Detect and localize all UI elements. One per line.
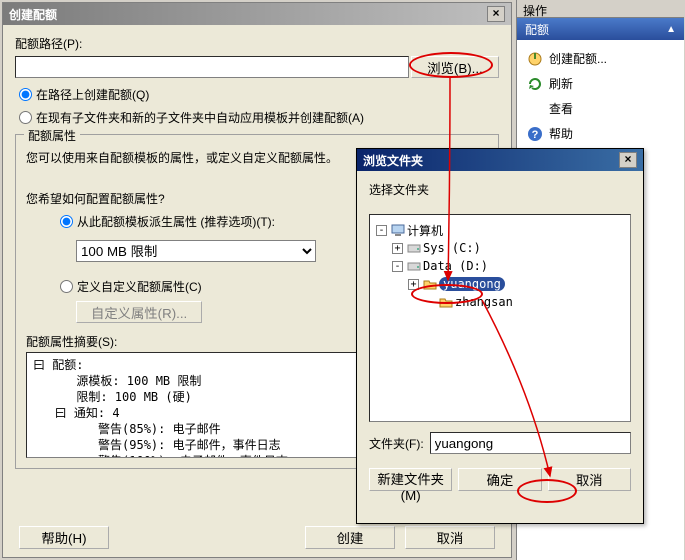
tree-node-yuangong[interactable]: yuangong [439, 277, 505, 291]
titlebar: 创建配额 × [3, 3, 511, 25]
groupbox-title: 配额属性 [24, 127, 80, 144]
radio-auto-apply-label: 在现有子文件夹和新的子文件夹中自动应用模板并创建配额(A) [36, 109, 364, 126]
tree-expander[interactable]: + [392, 243, 403, 254]
template-select[interactable]: 100 MB 限制 [76, 240, 316, 262]
new-folder-button[interactable]: 新建文件夹(M) [369, 468, 452, 491]
sidebar-item-view[interactable]: 查看 [521, 96, 680, 121]
folder-field-label: 文件夹(F): [369, 435, 424, 452]
quota-icon [527, 51, 543, 67]
help-icon: ? [527, 126, 543, 142]
computer-icon [391, 224, 405, 236]
folder-icon [439, 296, 453, 308]
actions-subheader-label: 配额 [525, 21, 549, 38]
radio-create-on-path[interactable] [19, 88, 32, 101]
sidebar-item-create-quota[interactable]: 创建配额... [521, 46, 680, 71]
ok-button[interactable]: 确定 [458, 468, 541, 491]
folder-name-input[interactable] [430, 432, 631, 454]
tree-node-drive-c[interactable]: Sys (C:) [423, 241, 481, 255]
custom-properties-button[interactable]: 自定义属性(R)... [76, 301, 202, 323]
browse-title: 浏览文件夹 [363, 152, 423, 169]
help-button[interactable]: 帮助(H) [19, 526, 109, 549]
browse-titlebar: 浏览文件夹 × [357, 149, 643, 171]
sidebar-item-label: 创建配额... [549, 50, 607, 67]
radio-from-template[interactable] [60, 215, 73, 228]
svg-text:?: ? [532, 129, 539, 141]
select-folder-label: 选择文件夹 [369, 181, 631, 198]
sidebar-item-refresh[interactable]: 刷新 [521, 71, 680, 96]
blank-icon [527, 101, 543, 117]
browse-button[interactable]: 浏览(B)... [411, 56, 499, 78]
actions-header: 操作 [517, 0, 684, 18]
folder-icon [423, 278, 437, 290]
folder-tree[interactable]: - 计算机 + Sys (C:) - Data (D:) + yuangong [369, 214, 631, 422]
tree-expander[interactable]: - [392, 261, 403, 272]
radio-custom-label: 定义自定义配额属性(C) [77, 278, 202, 295]
tree-expander[interactable]: + [408, 279, 419, 290]
tree-node-drive-d[interactable]: Data (D:) [423, 259, 488, 273]
sidebar-item-label: 查看 [549, 100, 573, 117]
sidebar-item-help[interactable]: ? 帮助 [521, 121, 680, 146]
drive-icon [407, 242, 421, 254]
tree-node-computer[interactable]: 计算机 [407, 222, 443, 239]
browse-folder-dialog: 浏览文件夹 × 选择文件夹 - 计算机 + Sys (C:) - Data (D… [356, 148, 644, 524]
drive-icon [407, 260, 421, 272]
radio-custom[interactable] [60, 280, 73, 293]
close-icon[interactable]: × [619, 152, 637, 168]
radio-create-on-path-label: 在路径上创建配额(Q) [36, 86, 149, 103]
tree-node-zhangsan[interactable]: zhangsan [455, 295, 513, 309]
tree-expander[interactable]: - [376, 225, 387, 236]
cancel-button[interactable]: 取消 [548, 468, 631, 491]
actions-subheader[interactable]: 配额 ▲ [517, 18, 684, 40]
create-button[interactable]: 创建 [305, 526, 395, 549]
cancel-button[interactable]: 取消 [405, 526, 495, 549]
refresh-icon [527, 76, 543, 92]
radio-auto-apply[interactable] [19, 111, 32, 124]
chevron-up-icon: ▲ [666, 24, 676, 35]
dialog-title: 创建配额 [9, 6, 57, 23]
sidebar-item-label: 刷新 [549, 75, 573, 92]
sidebar-item-label: 帮助 [549, 125, 573, 142]
quota-path-input[interactable] [15, 56, 409, 78]
close-icon[interactable]: × [487, 6, 505, 22]
path-label: 配额路径(P): [15, 35, 499, 52]
radio-from-template-label: 从此配额模板派生属性 (推荐选项)(T): [77, 213, 275, 230]
